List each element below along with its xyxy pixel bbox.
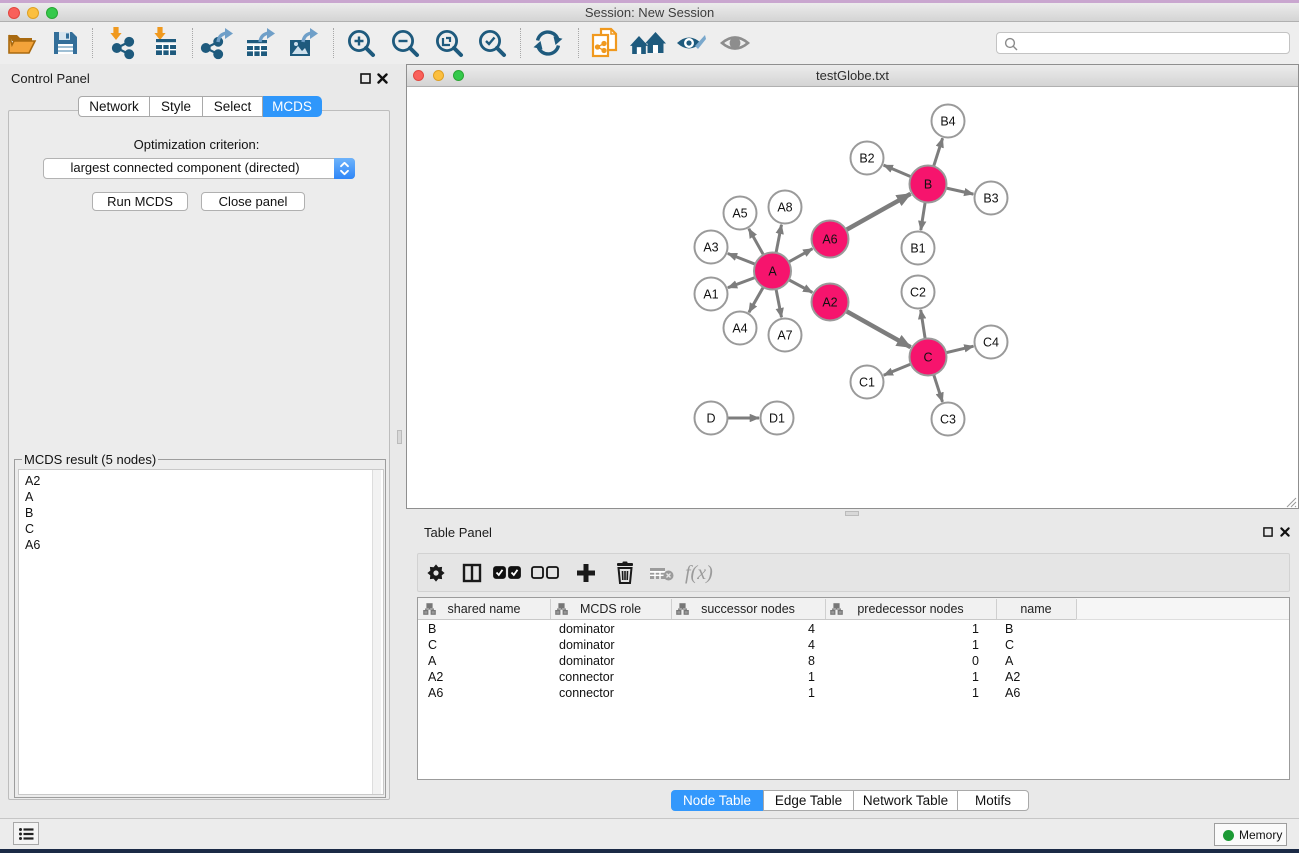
svg-text:A6: A6 [822, 233, 837, 247]
svg-text:A8: A8 [777, 201, 792, 215]
svg-text:B2: B2 [859, 152, 874, 166]
svg-text:A1: A1 [703, 288, 718, 302]
svg-text:C1: C1 [859, 376, 875, 390]
svg-text:D: D [706, 412, 715, 426]
svg-text:f(x): f(x) [685, 562, 713, 584]
svg-text:C2: C2 [910, 286, 926, 300]
svg-text:C: C [923, 351, 932, 365]
svg-text:C4: C4 [983, 336, 999, 350]
svg-text:B: B [924, 178, 932, 192]
svg-text:A5: A5 [732, 207, 747, 221]
svg-text:A3: A3 [703, 241, 718, 255]
svg-text:B1: B1 [910, 242, 925, 256]
svg-text:D1: D1 [769, 412, 785, 426]
svg-text:A4: A4 [732, 322, 747, 336]
svg-text:A2: A2 [822, 296, 837, 310]
svg-text:A7: A7 [777, 329, 792, 343]
svg-text:A: A [768, 265, 777, 279]
svg-text:B3: B3 [983, 192, 998, 206]
svg-text:B4: B4 [940, 115, 955, 129]
svg-text:C3: C3 [940, 413, 956, 427]
